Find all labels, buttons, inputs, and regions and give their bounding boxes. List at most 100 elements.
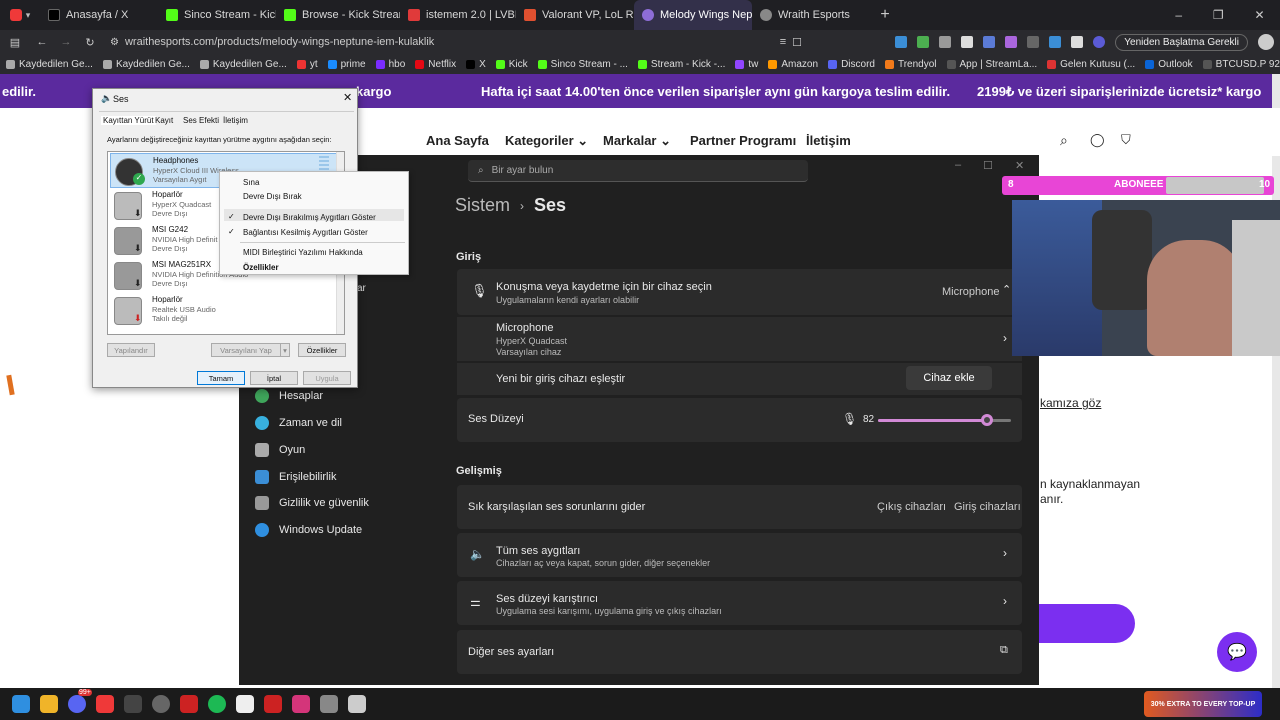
- input-devices-link[interactable]: Giriş cihazları: [954, 501, 1021, 513]
- extension-icon[interactable]: [961, 36, 974, 48]
- output-devices-link[interactable]: Çıkış cihazları: [877, 501, 946, 513]
- bookmark-item[interactable]: Kaydedilen Ge...: [199, 59, 287, 70]
- cart-icon[interactable]: ⛉: [1121, 132, 1131, 148]
- extension-icon[interactable]: [895, 36, 908, 48]
- close-icon[interactable]: ✕: [343, 91, 352, 104]
- tab-3[interactable]: istemem 2.0 | LVBEL C5 & S: [400, 0, 516, 30]
- nav-brands[interactable]: Markalar ⌄: [603, 133, 671, 149]
- input-device-selector[interactable]: 🎙 Konuşma veya kaydetme için bir cihaz s…: [457, 269, 1022, 315]
- bookmark-item[interactable]: Stream - Kick -...: [637, 59, 725, 70]
- sidebar-item-time[interactable]: Zaman ve dil: [255, 416, 342, 430]
- bookmark-item[interactable]: Outlook: [1145, 59, 1193, 70]
- tab-communications[interactable]: İletişim: [223, 116, 248, 125]
- vivaldi-menu[interactable]: ▾: [0, 0, 40, 30]
- bookmark-item[interactable]: Amazon: [768, 59, 818, 70]
- tab-6[interactable]: Wraith Esports: [752, 0, 870, 30]
- vivaldi-icon[interactable]: [96, 695, 114, 713]
- microphone-device-row[interactable]: Microphone HyperX Quadcast Varsayılan ci…: [457, 317, 1022, 361]
- extension-icon[interactable]: [1005, 36, 1018, 48]
- bookmark-item[interactable]: tw: [735, 59, 758, 70]
- ok-button[interactable]: Tamam: [197, 371, 245, 385]
- bookmark-item[interactable]: Kaydedilen Ge...: [6, 59, 93, 70]
- extension-icon[interactable]: [983, 36, 996, 48]
- tab-sound-effects[interactable]: Ses Efekti: [183, 116, 219, 125]
- set-default-button[interactable]: Varsayılanı Yap: [211, 343, 281, 357]
- purple-cta-button[interactable]: [1034, 604, 1135, 643]
- configure-button[interactable]: Yapılandır: [107, 343, 155, 357]
- nav-partner[interactable]: Partner Programı: [690, 133, 796, 148]
- breadcrumb-parent[interactable]: Sistem: [455, 195, 510, 216]
- chevron-up-icon[interactable]: ⌃: [1002, 283, 1011, 296]
- sidebar-item-update[interactable]: Windows Update: [255, 523, 362, 537]
- tab-4[interactable]: Valorant VP, LoL RP, Metin2: [516, 0, 634, 30]
- steam-icon[interactable]: [124, 695, 142, 713]
- device-speaker-realtek[interactable]: ⬇ Hoparlör Realtek USB Audio Takılı deği…: [110, 293, 344, 328]
- sidebar-toggle-icon[interactable]: ▤: [0, 36, 30, 49]
- app-icon[interactable]: [348, 695, 366, 713]
- menu-item-properties[interactable]: Özellikler: [243, 263, 279, 272]
- cancel-button[interactable]: İptal: [250, 371, 298, 385]
- apply-button[interactable]: Uygula: [303, 371, 351, 385]
- profile-avatar[interactable]: [1258, 34, 1274, 50]
- settings-search-input[interactable]: ⌕ Bir ayar bulun: [468, 160, 808, 182]
- forward-icon[interactable]: →: [54, 36, 78, 48]
- bookmark-item[interactable]: Sinco Stream - ...: [537, 59, 628, 70]
- set-default-dropdown[interactable]: ▾: [280, 343, 290, 357]
- bookmark-item[interactable]: BTCUSD.P 92.7...: [1202, 59, 1280, 70]
- bookmark-item[interactable]: hbo: [375, 59, 405, 70]
- tab-playback[interactable]: Kayıttan Yürüt: [101, 116, 156, 125]
- app-icon[interactable]: [152, 695, 170, 713]
- chat-icon[interactable]: 💬: [1217, 632, 1257, 672]
- settings-gear-icon[interactable]: [320, 695, 338, 713]
- spotify-icon[interactable]: [208, 695, 226, 713]
- reader-icon[interactable]: ≡: [780, 36, 786, 48]
- maximize-icon[interactable]: ☐: [983, 159, 993, 172]
- page-scrollbar[interactable]: [1272, 74, 1280, 688]
- new-tab-button[interactable]: +: [870, 6, 900, 24]
- bookmark-item[interactable]: Kick: [495, 59, 528, 70]
- search-icon[interactable]: ⌕: [1060, 132, 1068, 149]
- tab-5-active[interactable]: Melody Wings Neptune IE: [634, 0, 752, 30]
- tab-2[interactable]: Browse - Kick Streaming: [276, 0, 400, 30]
- tab-1[interactable]: Sinco Stream - Kick Dashbo: [158, 0, 276, 30]
- file-explorer-icon[interactable]: [40, 695, 58, 713]
- menu-item-test[interactable]: Sına: [243, 178, 259, 187]
- menu-item-show-disabled[interactable]: Devre Dışı Bırakılmış Aygıtları Göster: [243, 213, 376, 222]
- tab-recording[interactable]: Kayıt: [155, 116, 173, 125]
- nav-home[interactable]: Ana Sayfa: [426, 133, 489, 148]
- bookmark-item[interactable]: Discord: [828, 59, 875, 70]
- close-icon[interactable]: ✕: [1255, 8, 1265, 22]
- user-icon[interactable]: ◯: [1090, 132, 1105, 148]
- close-icon[interactable]: ✕: [1015, 159, 1024, 172]
- bookmark-item[interactable]: Kaydedilen Ge...: [102, 59, 190, 70]
- extension-icon[interactable]: [1027, 36, 1040, 48]
- reload-icon[interactable]: ↻: [78, 36, 102, 49]
- app-icon[interactable]: [264, 695, 282, 713]
- extension-icon[interactable]: [939, 36, 952, 48]
- bookmark-item[interactable]: X: [466, 59, 486, 70]
- mixer-row[interactable]: ⚌ Ses düzeyi karıştırıcı Uygulama sesi k…: [457, 581, 1022, 625]
- all-devices-row[interactable]: 🔈 Tüm ses aygıtları Cihazları aç veya ka…: [457, 533, 1022, 577]
- bookmark-item[interactable]: App | StreamLa...: [946, 59, 1037, 70]
- volume-slider-thumb[interactable]: [981, 414, 994, 426]
- app-icon[interactable]: [236, 695, 254, 713]
- bookmark-item[interactable]: Trendyol: [884, 59, 937, 70]
- vpn-icon[interactable]: [1093, 36, 1106, 48]
- microphone-icon[interactable]: 🎙: [842, 412, 857, 426]
- add-device-button[interactable]: Cihaz ekle: [906, 366, 992, 390]
- volume-slider-track[interactable]: [878, 414, 1011, 426]
- extension-icon[interactable]: [1071, 36, 1084, 48]
- minimize-icon[interactable]: –: [955, 159, 961, 172]
- app-icon[interactable]: [292, 695, 310, 713]
- more-sound-settings-row[interactable]: Diğer ses ayarları ⧉: [457, 630, 1022, 674]
- app-icon[interactable]: [180, 695, 198, 713]
- bookmark-icon[interactable]: ☐: [792, 36, 802, 49]
- bookmark-item[interactable]: Netflix: [415, 59, 456, 70]
- sidebar-item-accounts[interactable]: Hesaplar: [255, 389, 323, 403]
- sidebar-item-gaming[interactable]: Oyun: [255, 443, 305, 457]
- nav-contact[interactable]: İletişim: [806, 133, 851, 148]
- windows-start-icon[interactable]: [12, 695, 30, 713]
- menu-item-show-disconnected[interactable]: Bağlantısı Kesilmiş Aygıtları Göster: [243, 228, 368, 237]
- url-field[interactable]: ⚙ wraithesports.com/products/melody-wing…: [102, 32, 802, 52]
- bookmark-item[interactable]: Gelen Kutusu (...: [1047, 59, 1135, 70]
